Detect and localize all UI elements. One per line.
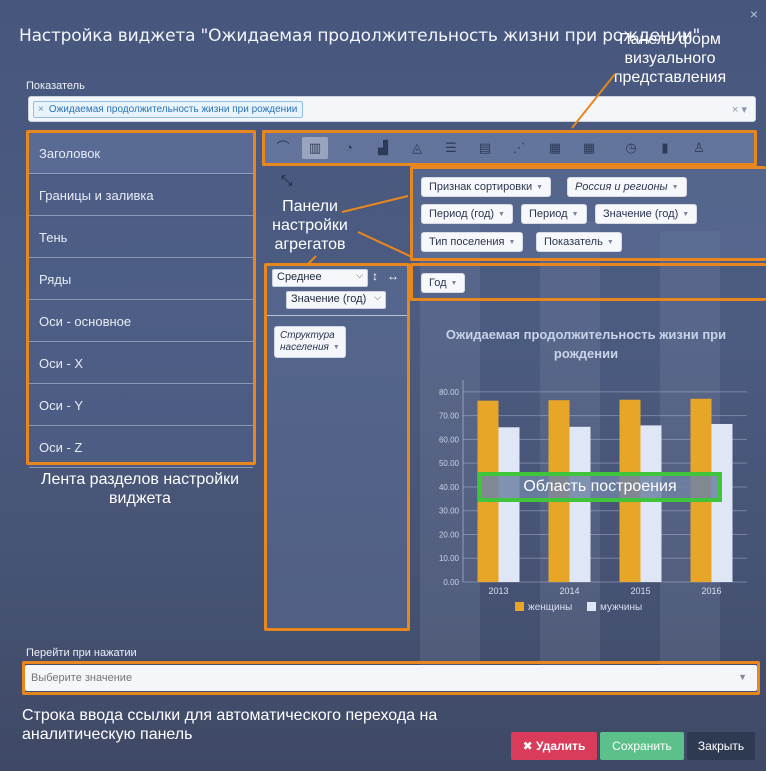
indicator-label: Показатель <box>26 80 85 92</box>
y-tick-label: 30.00 <box>439 507 460 516</box>
bar-men <box>640 425 662 582</box>
link-row-callout: Строка ввода ссылки для автоматического … <box>22 707 438 743</box>
close-icon[interactable]: × <box>750 6 758 22</box>
chart: Ожидаемая продолжительность жизни при ро… <box>415 305 757 635</box>
collapse-icon[interactable]: ⤡ <box>281 172 292 189</box>
y-tick-label: 0.00 <box>443 578 459 587</box>
y-tick-label: 50.00 <box>439 459 460 468</box>
y-tick-label: 60.00 <box>439 435 460 444</box>
bar-men <box>498 427 520 582</box>
indicator-tag: × Ожидаемая продолжительность жизни при р… <box>33 101 304 118</box>
aggregate-highlight <box>410 166 766 261</box>
agg-panels-callout: Панели настройки агрегатов <box>272 198 348 253</box>
legend-label: женщины <box>528 602 572 613</box>
x-tick-label: 2015 <box>630 586 650 596</box>
clear-dropdown-icon[interactable]: × ▾ <box>732 103 747 116</box>
bar-men <box>569 426 591 582</box>
sections-ribbon-highlight <box>26 130 256 465</box>
x-tick-label: 2014 <box>559 586 579 596</box>
navigate-label: Перейти при нажатии <box>26 647 137 659</box>
legend-swatch <box>587 602 596 611</box>
bar-men <box>711 423 733 582</box>
link-field-highlight <box>22 661 760 695</box>
filter-highlight <box>410 263 766 301</box>
y-tick-label: 10.00 <box>439 554 460 563</box>
aggregate-column-highlight <box>264 263 410 631</box>
sections-ribbon-callout: Лента разделов настройки виджета <box>40 471 240 507</box>
y-tick-label: 80.00 <box>439 388 460 397</box>
forms-panel-callout: Панель форм визуального представления <box>613 31 727 86</box>
y-tick-label: 70.00 <box>439 412 460 421</box>
indicator-tag-label: Ожидаемая продолжительность жизни при ро… <box>48 104 298 115</box>
y-tick-label: 40.00 <box>439 483 460 492</box>
legend-label: мужчины <box>600 602 642 613</box>
delete-button[interactable]: ✖ Удалить <box>511 732 597 760</box>
x-tick-label: 2013 <box>488 586 508 596</box>
y-tick-label: 20.00 <box>439 530 460 539</box>
indicator-select[interactable]: × Ожидаемая продолжительность жизни при р… <box>28 96 756 122</box>
plot-area-label: Область построения <box>478 472 722 502</box>
x-tick-label: 2016 <box>701 586 721 596</box>
save-button[interactable]: Сохранить <box>600 732 684 760</box>
chart-svg: 0.00 10.00 20.00 30.00 40.00 50.00 60.00 70.00 8… <box>439 380 747 613</box>
legend-swatch <box>515 602 524 611</box>
tag-remove-icon[interactable]: × <box>38 104 44 115</box>
visual-forms-highlight <box>262 130 757 166</box>
close-button[interactable]: Закрыть <box>687 732 755 760</box>
